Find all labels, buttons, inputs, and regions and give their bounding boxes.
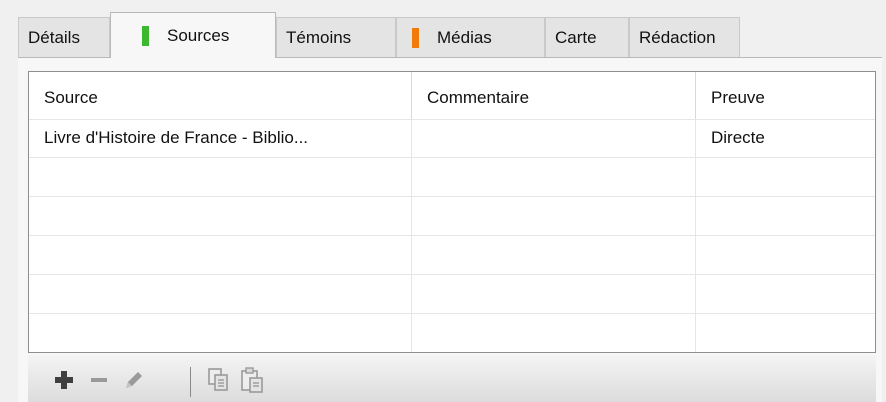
cell-preuve [696, 275, 875, 313]
tab-temoins-label: Témoins [286, 27, 352, 47]
table-row[interactable] [29, 275, 875, 314]
minus-icon [91, 378, 107, 382]
tab-details[interactable]: Détails [18, 17, 110, 57]
paste-button[interactable] [238, 365, 266, 395]
cell-source [29, 158, 411, 196]
column-header-source[interactable]: Source [29, 72, 411, 119]
paste-icon [241, 367, 263, 393]
table-row[interactable] [29, 236, 875, 275]
sources-toolbar [28, 355, 876, 402]
tab-medias[interactable]: Médias [396, 17, 545, 57]
copy-button[interactable] [204, 365, 232, 395]
cell-preuve [696, 314, 875, 352]
copy-icon [208, 368, 228, 391]
tab-carte[interactable]: Carte [545, 17, 629, 57]
cell-commentaire [412, 119, 695, 157]
cell-source: Livre d'Histoire de France - Biblio... [44, 128, 309, 147]
column-divider[interactable] [411, 72, 412, 119]
tab-bar: Détails Sources Témoins Médias Carte Réd… [18, 12, 740, 58]
sources-table: Source Commentaire Preuve Livre d'Histoi… [28, 71, 876, 353]
tab-carte-label: Carte [555, 27, 597, 47]
table-row[interactable]: Livre d'Histoire de France - Biblio... D… [29, 119, 875, 158]
tab-temoins[interactable]: Témoins [276, 17, 396, 57]
tab-details-label: Détails [28, 27, 80, 47]
tab-sources[interactable]: Sources [110, 12, 276, 58]
plus-icon [55, 371, 73, 389]
cell-preuve [696, 197, 875, 235]
grid-line [411, 119, 412, 352]
column-header-commentaire[interactable]: Commentaire [412, 72, 695, 119]
green-marker-icon [142, 25, 149, 46]
cell-commentaire [412, 236, 695, 274]
cell-source [29, 314, 411, 352]
edit-button[interactable] [120, 365, 148, 395]
table-header: Source Commentaire Preuve [29, 72, 875, 120]
cell-source [29, 275, 411, 313]
table-row[interactable] [29, 197, 875, 236]
tab-sources-label: Sources [167, 25, 230, 45]
cell-commentaire [412, 314, 695, 352]
cell-preuve [696, 158, 875, 196]
cell-preuve [696, 236, 875, 274]
tab-redaction-label: Rédaction [639, 27, 716, 47]
column-header-preuve[interactable]: Preuve [696, 72, 875, 119]
remove-button[interactable] [85, 365, 113, 395]
grid-line [695, 119, 696, 352]
add-button[interactable] [50, 365, 78, 395]
table-row[interactable] [29, 314, 875, 352]
sources-panel: Source Commentaire Preuve Livre d'Histoi… [18, 57, 882, 402]
cell-source [29, 197, 411, 235]
cell-commentaire [412, 197, 695, 235]
column-divider[interactable] [695, 72, 696, 119]
toolbar-separator [190, 367, 191, 397]
cell-commentaire [412, 158, 695, 196]
orange-marker-icon [412, 27, 419, 48]
table-row[interactable] [29, 158, 875, 197]
tab-medias-label: Médias [437, 27, 492, 47]
cell-preuve: Directe [711, 128, 765, 147]
cell-source [29, 236, 411, 274]
cell-commentaire [412, 275, 695, 313]
pencil-icon [126, 372, 142, 388]
tab-redaction[interactable]: Rédaction [629, 17, 740, 57]
